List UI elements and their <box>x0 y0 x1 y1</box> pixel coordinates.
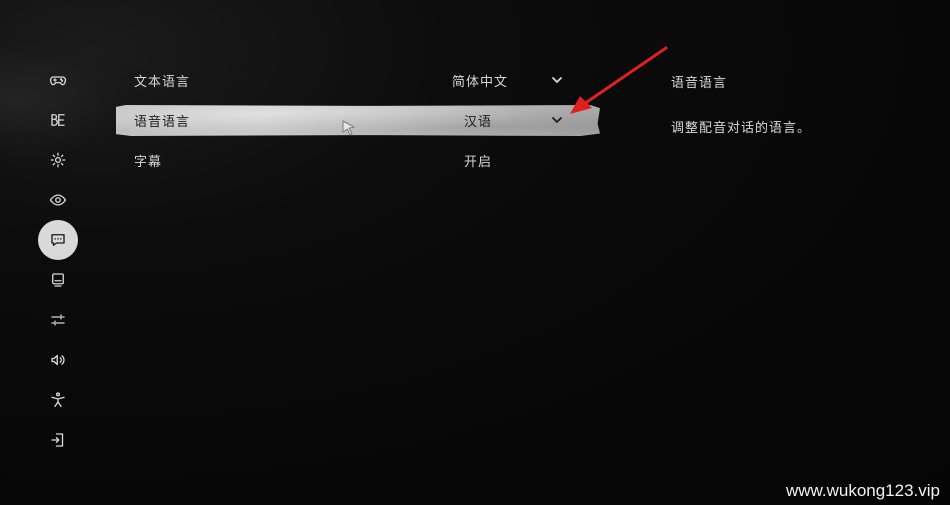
sliders-icon <box>51 314 65 326</box>
sidebar-item-accessibility[interactable] <box>38 380 78 420</box>
language-chat-icon <box>51 234 65 246</box>
setting-label: 语音语言 <box>134 115 191 130</box>
sidebar-item-audio[interactable] <box>38 340 78 380</box>
sidebar-item-adjustments[interactable] <box>38 300 78 340</box>
gear-icon <box>50 152 66 168</box>
sidebar-item-display-mode[interactable] <box>38 100 78 140</box>
setting-value: 简体中文 <box>452 75 509 90</box>
detail-title: 语音语言 <box>671 76 728 91</box>
setting-value: 汉语 <box>464 115 493 130</box>
display-mode-icon <box>51 114 65 126</box>
sidebar-item-controls[interactable] <box>38 60 78 100</box>
setting-label: 字幕 <box>134 155 163 170</box>
sidebar-item-general[interactable] <box>38 140 78 180</box>
watermark: www.wukong123.vip <box>785 481 940 500</box>
setting-row-subtitles[interactable]: 字幕 开启 <box>116 145 600 176</box>
sidebar-item-exit[interactable] <box>38 420 78 460</box>
setting-row-text-language[interactable]: 文本语言 简体中文 <box>116 65 600 96</box>
sidebar-item-visuals[interactable] <box>38 180 78 220</box>
setting-label: 文本语言 <box>134 75 191 90</box>
monitor-icon <box>52 273 64 287</box>
sidebar-item-screen[interactable] <box>38 260 78 300</box>
eye-icon <box>49 194 67 206</box>
setting-value: 开启 <box>464 155 493 170</box>
accessibility-icon <box>51 392 65 408</box>
sidebar-item-language[interactable] <box>38 220 78 260</box>
gamepad-icon <box>49 76 67 86</box>
speaker-icon <box>51 354 65 366</box>
exit-icon <box>51 433 64 447</box>
setting-row-voice-language[interactable]: 语音语言 汉语 <box>116 105 600 136</box>
detail-description: 调整配音对话的语言。 <box>671 121 812 136</box>
annotation-arrow-icon <box>570 46 668 114</box>
mouse-cursor-icon <box>342 120 356 136</box>
